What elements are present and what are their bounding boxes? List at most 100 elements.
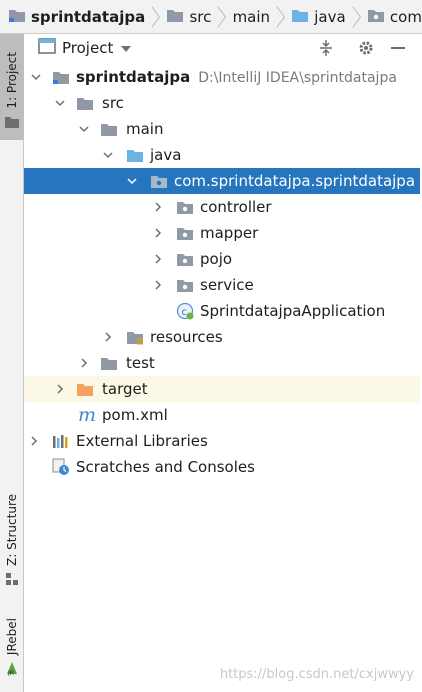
tree-node-label: mapper [200,224,259,242]
svg-text:JR: JR [7,670,14,676]
chevron-down-icon[interactable] [54,97,66,109]
breadcrumb-item-java[interactable]: java [291,0,346,33]
tree-node-label: SprintdatajpaApplication [200,302,386,320]
module-folder-icon [8,7,26,27]
tree-node-target[interactable]: target [24,376,420,402]
breadcrumb-label: java [314,7,346,26]
tree-node-label: pom.xml [102,406,168,424]
project-window-icon [38,38,56,58]
project-path: D:\IntelliJ IDEA\sprintdatajpa [198,70,397,86]
tree-node-label: service [200,276,254,294]
tree-node-label: Scratches and Consoles [76,458,255,476]
tab-jrebel-label: JRebel [5,618,19,656]
tree-node-external-libraries[interactable]: External Libraries [24,428,420,454]
breadcrumb-separator [151,5,161,28]
tab-project[interactable]: 1: Project [0,34,24,140]
breadcrumb-label: main [232,7,271,26]
chevron-down-icon [121,39,132,57]
resources-folder-icon [126,328,144,346]
tree-node-label: test [126,354,155,372]
project-tool-header: Project [24,34,422,62]
breadcrumb-label: com [389,7,422,26]
tree-node-mapper[interactable]: mapper [24,220,420,246]
tree-node-root[interactable]: sprintdatajpa D:\IntelliJ IDEA\sprintdata… [24,64,420,90]
package-folder-icon [176,198,194,216]
tree-node-java[interactable]: java [24,142,420,168]
navigation-breadcrumb: sprintdatajpa src main java com [0,0,422,34]
gear-icon[interactable] [356,38,376,58]
libraries-icon [52,432,70,450]
tree-node-application-class[interactable]: c SprintdatajpaApplication [24,298,420,324]
module-folder-icon [52,68,70,86]
tree-node-label: resources [150,328,223,346]
tree-node-label: java [150,146,182,164]
tab-project-label: 1: Project [5,51,19,109]
breadcrumb-label: sprintdatajpa [31,7,146,26]
package-folder-icon [176,276,194,294]
chevron-right-icon[interactable] [152,227,164,239]
chevron-right-icon[interactable] [78,357,90,369]
excluded-folder-icon [76,380,94,398]
tree-node-scratches[interactable]: Scratches and Consoles [24,454,420,480]
folder-icon [166,7,184,27]
left-tool-strip: 1: Project Z: Structure JRebel JR [0,34,24,692]
structure-icon [5,572,19,590]
package-folder-icon [176,250,194,268]
tree-node-resources[interactable]: resources [24,324,420,350]
tree-node-pojo[interactable]: pojo [24,246,420,272]
folder-icon [76,94,94,112]
tree-node-src[interactable]: src [24,90,420,116]
chevron-down-icon[interactable] [30,71,42,83]
tab-structure-label: Z: Structure [5,494,19,566]
svg-text:c: c [182,307,188,318]
chevron-right-icon[interactable] [54,383,66,395]
source-folder-icon [126,146,144,164]
breadcrumb-label: src [189,7,212,26]
chevron-down-icon[interactable] [102,149,114,161]
tree-node-test[interactable]: test [24,350,420,376]
breadcrumb-item-src[interactable]: src [166,0,211,33]
tree-node-label: controller [200,198,272,216]
chevron-right-icon[interactable] [28,435,40,447]
chevron-right-icon[interactable] [102,331,114,343]
chevron-right-icon[interactable] [152,279,164,291]
chevron-down-icon[interactable] [78,123,90,135]
chevron-down-icon[interactable] [126,175,138,187]
tree-node-service[interactable]: service [24,272,420,298]
hide-icon[interactable] [388,38,408,58]
project-view-selector[interactable]: Project [38,38,132,58]
tree-node-label: com.sprintdatajpa.sprintdatajpa [174,172,416,190]
chevron-right-icon[interactable] [152,253,164,265]
tab-structure[interactable]: Z: Structure [0,484,24,594]
package-folder-icon [176,224,194,242]
breadcrumb-separator [352,5,361,28]
spring-boot-class-icon: c [176,302,194,320]
tree-node-package[interactable]: com.sprintdatajpa.sprintdatajpa [24,168,420,194]
jrebel-icon: JR [5,660,19,680]
tab-jrebel[interactable]: JRebel JR [0,610,24,688]
breadcrumb-separator [217,5,227,28]
tree-node-label: src [102,94,124,112]
tree-node-label: main [126,120,164,138]
package-folder-icon [150,172,168,190]
scratches-icon [52,458,70,476]
breadcrumb-item-sprintdatajpa[interactable]: sprintdatajpa [8,0,145,33]
breadcrumb-item-main[interactable]: main [233,0,270,33]
collapse-all-icon[interactable] [316,38,336,58]
chevron-right-icon[interactable] [152,201,164,213]
folder-icon [100,120,118,138]
breadcrumb-item-com[interactable]: com [367,0,422,33]
tree-node-label: sprintdatajpa [76,68,191,86]
watermark: https://blog.csdn.net/cxjwwyy [219,667,414,682]
source-folder-icon [291,7,309,27]
tree-node-main[interactable]: main [24,116,420,142]
project-view-title: Project [62,39,114,57]
folder-icon [100,354,118,372]
breadcrumb-separator [276,5,286,28]
maven-icon: m [77,404,97,426]
tree-node-controller[interactable]: controller [24,194,420,220]
project-tree: sprintdatajpa D:\IntelliJ IDEA\sprintdata… [24,64,420,480]
package-folder-icon [367,7,385,27]
tree-node-pom[interactable]: m pom.xml [24,402,420,428]
tree-node-label: External Libraries [76,432,208,450]
